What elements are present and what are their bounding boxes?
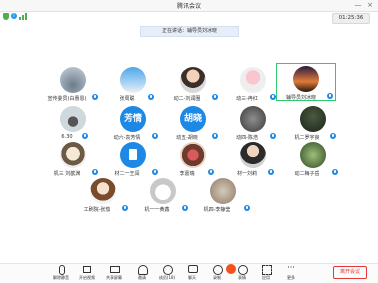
avatar [300,106,326,132]
mic-icon [212,133,218,139]
more-button[interactable]: ··· 更多 [280,264,302,282]
participant-tile[interactable]: 机四-李静莹 [192,176,252,214]
avatar [180,67,206,93]
mic-icon [148,94,154,100]
participant-tile[interactable]: 机二罗宇良 [282,104,342,142]
mic-icon [270,133,276,139]
shield-icon[interactable] [3,13,9,20]
meeting-window: 腾讯会议 — × i 01:25:36 正在讲话：辅导员刘冰晓 宣传委员(白惠恩… [0,0,378,283]
mic-icon [268,169,274,175]
participant-tile[interactable]: 动三-冉红 [222,65,282,103]
chat-button[interactable]: 聊天 [181,264,203,282]
participant-tile[interactable]: 李嘉瑞 [162,140,222,178]
close-button[interactable]: × [364,0,376,11]
mic-icon [152,169,158,175]
unmute-button[interactable]: 解除静音 [50,264,72,282]
avatar [120,67,146,93]
avatar [120,142,146,168]
avatar [60,106,86,132]
avatar [293,66,319,92]
participant-name: 辅导员刘冰晓 [285,95,316,101]
participant-tile-active[interactable]: 辅导员刘冰晓 [276,63,336,101]
invite-icon [138,265,148,275]
mic-icon [92,169,98,175]
participant-tile[interactable]: 芳情 动六-袁芳情 [102,104,162,142]
title-bar: 腾讯会议 — × [0,0,378,12]
participant-tile[interactable]: 宣传委员(白惠恩) [42,65,102,103]
avatar [240,67,266,93]
avatar [300,142,326,168]
participant-name: 机一一黄鑫 [144,207,170,213]
avatar: 胡晓 [180,106,206,132]
participant-tile[interactable]: 机一一黄鑫 [132,176,192,214]
record-button[interactable]: 录制 [206,264,228,282]
emoji-icon [238,265,248,275]
mic-icon [330,133,336,139]
participant-name: 工刷院-张茄 [83,207,111,213]
participant-name: 动二梅子岳 [294,171,320,177]
meeting-timer: 01:25:36 [332,13,370,24]
participant-name: 宣传委员(白惠恩) [47,96,87,102]
participant-tile[interactable]: 胡晓 动五-胡晓 [162,104,222,142]
avatar [150,178,176,204]
mic-icon [182,205,188,211]
minimize-button[interactable]: — [352,0,364,11]
avatar: 芳情 [120,106,146,132]
mic-icon [212,94,218,100]
avatar [240,106,266,132]
mic-icon [82,133,88,139]
participant-tile[interactable]: 材二一王闯 [102,140,162,178]
mic-icon [244,205,250,211]
chat-icon [188,265,198,273]
info-icon[interactable]: i [11,13,17,19]
avatar [210,178,236,204]
invite-button[interactable]: 邀请 [131,264,153,282]
participant-name: 机四-李静莹 [203,207,231,213]
participant-tile[interactable]: 动二-刘润圈 [162,65,222,103]
window-title: 腾讯会议 [176,3,201,10]
mic-icon [122,205,128,211]
mic-icon [152,133,158,139]
leave-meeting-button[interactable]: 离开会议 [333,266,367,279]
document-icon [129,149,137,160]
more-icon: ··· [287,263,295,272]
participant-tile[interactable]: 动二梅子岳 [282,140,342,178]
participant-tile[interactable]: 张周聪 [102,65,162,103]
mic-icon [92,94,98,100]
members-icon [163,265,173,275]
avatar [180,142,206,168]
members-button[interactable]: 成员(18) [156,264,178,282]
avatar [240,142,266,168]
apps-button[interactable]: 应用 [255,264,277,282]
signal-icon[interactable] [19,13,27,20]
share-screen-icon [110,266,120,273]
status-bar [0,12,378,21]
participant-tile[interactable]: 工刷院-张茄 [72,176,132,214]
participant-tile[interactable]: 6.30 [42,104,102,142]
share-screen-button[interactable]: 共享屏幕 [103,264,125,282]
participant-tile[interactable]: 动四-陈浩 [222,104,282,142]
emoji-button[interactable]: 表情 [231,264,253,282]
mic-muted-icon [59,265,65,275]
participant-name: 动二-刘润圈 [173,96,201,102]
start-video-button[interactable]: 开启视频 [76,264,98,282]
participant-name: 张周聪 [119,96,135,102]
avatar [90,178,116,204]
record-icon [213,265,223,275]
speaking-indicator: 正在讲话：辅导员刘冰晓 [140,26,239,37]
avatar [60,67,86,93]
participant-tile[interactable]: 材一刘莉 [222,140,282,178]
participant-tile[interactable]: 机三 刘歆渊 [42,140,102,178]
mic-icon [327,93,333,99]
mic-icon [332,169,338,175]
apps-icon [262,265,272,275]
mic-icon [208,169,214,175]
avatar [60,142,86,168]
camera-off-icon [83,266,91,273]
participant-name: 动三-冉红 [236,96,258,102]
